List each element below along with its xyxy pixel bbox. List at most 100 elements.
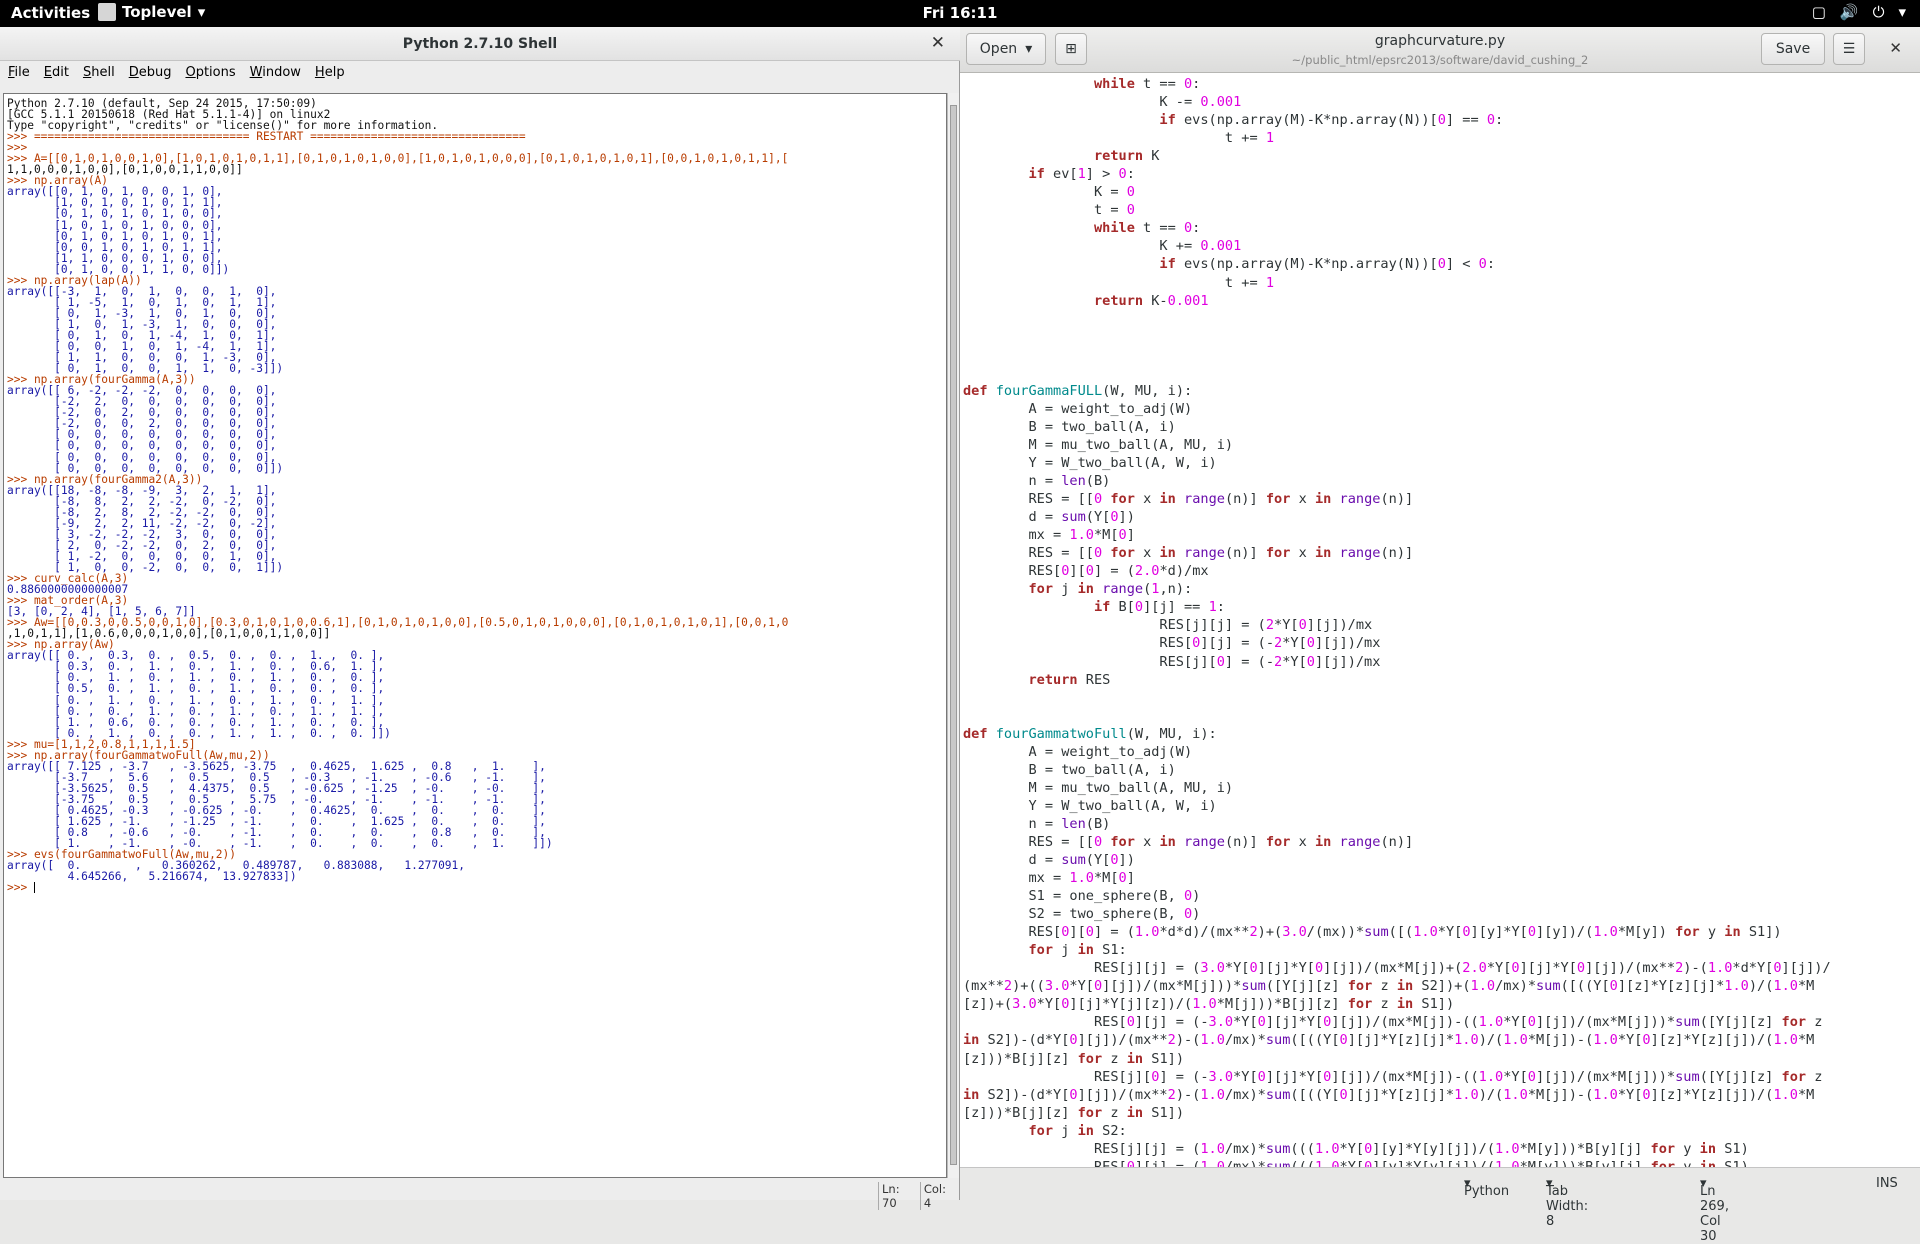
code-line: for j in S2: [1028,1122,1127,1139]
code-line: RES = [[0 for x in range(n)] for x in ra… [963,491,1414,508]
code-line: d = sum(Y[0]) [963,509,1135,526]
menu-item-edit[interactable]: Edit [38,65,75,84]
save-button[interactable]: Save [1761,33,1825,65]
cursor-position-label: Ln 269, Col 30 [1700,1184,1729,1244]
tab-width-label: Tab Width: 8 [1546,1184,1589,1229]
menu-button[interactable]: ☰ [1833,33,1865,65]
scrollbar-thumb[interactable] [950,105,957,1165]
code-line: M = mu_two_ball(A, MU, i) [963,436,1234,453]
menu-item-file[interactable]: File [2,65,36,84]
vertical-scrollbar[interactable] [947,93,959,1178]
status-bar: Ln: 70 Col: 4 [878,1182,959,1210]
code-line: RES[0][j] = (-2*Y[0][j])/mx [963,635,1381,652]
code-line: in S2])-(d*Y[0][j])/(mx**2)-(1.0/mx)*sum… [963,1032,1815,1049]
code-line: Y = W_two_ball(A, W, i) [963,797,1217,814]
language-selector[interactable]: Python ▾ [1464,1176,1509,1199]
code-line: t += 1 [963,274,1275,291]
code-line: K -= 0.001 [963,94,1242,111]
code-line: RES[j][j] = (3.0*Y[0][j]*Y[0][j])/(mx*M[… [963,960,1831,977]
code-line: RES[0][j] = (-3.0*Y[0][j]*Y[0][j])/(mx*M… [963,1014,1823,1031]
code-line: B = two_ball(A, i) [963,418,1176,435]
code-line: RES = [[0 for x in range(n)] for x in ra… [963,833,1414,850]
shell-line: >>> np.array(fourGamma2(A,3)) [7,472,203,486]
shell-line: >>> curv_calc(A,3) [7,572,129,586]
code-line: RES[0][0] = (1.0*d*d)/(mx**2)+(3.0/(mx))… [963,924,1782,941]
code-line: if evs(np.array(M)-K*np.array(N))[0] < 0… [1159,256,1496,273]
shell-output[interactable]: Python 2.7.10 (default, Sep 24 2015, 17:… [3,93,947,1178]
code-line: ​ [963,689,1920,707]
chevron-down-icon: ▾ [1898,3,1906,21]
window-title: Python 2.7.10 Shell [0,27,960,61]
gedit-window: Open ▾ ⊞ graphcurvature.py ~/public_html… [960,27,1920,1244]
code-line: Y = W_two_ball(A, W, i) [963,454,1217,471]
code-line: ​ [963,328,1920,346]
line-number: Ln: 70 [878,1182,920,1210]
code-line: for j in range(1,n): [1028,581,1193,598]
column-number: Col: 4 [919,1182,959,1210]
clock[interactable]: Fri 16:11 [0,4,1920,22]
code-line: RES[0][j] = (1.0/mx)*sum(((1.0*Y[0][y]*Y… [963,1158,1749,1167]
code-line: while t == 0: [1093,220,1201,237]
code-line: RES[j][0] = (-3.0*Y[0][j]*Y[0][j])/(mx*M… [963,1068,1823,1085]
code-line: def fourGammatwoFull(W, MU, i): [963,725,1217,742]
code-line: [z]))*B[j][z] for z in S1]) [963,1050,1184,1067]
code-line: t = 0 [963,202,1135,219]
shell-line: [ 1, 0, 0, -2, 0, 0, 0, 1]]) [7,560,284,574]
code-line: return K-0.001 [1093,292,1209,309]
shell-line: ,1,0,1,1],[1,0.6,0,0,0,1,0,0],[0,1,0,0,1… [7,627,331,641]
idle-shell-window: Python 2.7.10 Shell ✕ File Edit Shell Debug… [0,27,960,1210]
code-line: (mx**2)+((3.0*Y[0][j])/(mx*M[j]))*sum([Y… [963,978,1815,995]
code-line: ​ [963,364,1920,382]
code-line: ​ [963,310,1920,328]
menu-item-window[interactable]: Window [244,65,307,84]
code-line: return K [1093,148,1160,165]
code-line: RES[j][j] = (1.0/mx)*sum(((1.0*Y[0][y]*Y… [963,1140,1749,1157]
code-line: ​ [963,346,1920,364]
shell-line: [ 0. , 0. , 1. , 0. , 1. , 0. , 1. , 1. … [7,704,385,718]
code-line: [z])+(3.0*Y[0][j]*Y[j][z])/(1.0*M[j]))*B… [963,996,1455,1013]
shell-line: [ 0.5, 0. , 1. , 0. , 1. , 0. , 0. , 0. … [7,682,385,696]
system-tray[interactable]: ▢ 🔊 ⏻ ▾ [1812,3,1906,21]
shell-line: 4.645266, 5.216674, 13.927833]) [7,870,297,884]
code-line: B = two_ball(A, i) [963,761,1176,778]
code-line: n = len(B) [963,473,1111,490]
code-line: ​ [963,707,1920,725]
shell-line: [0, 1, 0, 1, 0, 1, 0, 1], [7,229,223,243]
code-line: S1 = one_sphere(B, 0) [963,888,1201,905]
code-line: for j in S1: [1028,942,1127,959]
shell-line: [0, 1, 0, 0, 1, 1, 0, 0]]) [7,262,230,276]
code-line: def fourGammaFULL(W, MU, i): [963,382,1193,399]
code-line: RES[j][0] = (-2*Y[0][j])/mx [963,653,1381,670]
code-line: A = weight_to_adj(W) [963,743,1193,760]
menu-item-options[interactable]: Options [179,65,241,84]
menu-item-shell[interactable]: Shell [77,65,121,84]
shell-line: 0.8860000000000007 [7,583,129,597]
code-line: RES[j][j] = (2*Y[0][j])/mx [963,617,1373,634]
code-line: if ev[1] > 0: [1028,166,1135,183]
code-line: n = len(B) [963,815,1111,832]
shell-line: [0, 0, 1, 0, 1, 0, 1, 1], [7,240,223,254]
prompt-text: >>> [7,881,34,895]
shell-line: [ 0. , 1. , 0. , 1. , 0. , 1. , 0. , 1. … [7,693,385,707]
code-line: K += 0.001 [963,238,1242,255]
menu-bar: File Edit Shell Debug Options Window Help [0,65,960,84]
close-icon[interactable]: ✕ [1889,39,1902,57]
cursor-position[interactable]: Ln 269, Col 30 ▾ [1700,1176,1729,1244]
shell-prompt[interactable]: >>> [7,882,946,893]
code-line: S2 = two_sphere(B, 0) [963,906,1201,923]
hamburger-icon: ☰ [1842,41,1856,57]
tab-width-selector[interactable]: Tab Width: 8 ▾ [1546,1176,1588,1229]
shell-line: [1, 0, 1, 0, 1, 0, 0, 0], [7,218,223,232]
code-editor[interactable]: while t == 0: K -= 0.001 if evs(np.array… [960,73,1920,1167]
close-icon[interactable]: ✕ [931,33,945,53]
insert-mode: INS [1876,1176,1898,1191]
shell-line: 1,1,0,0,0,1,0,0],[0,1,0,0,1,1,0,0]] [7,163,243,177]
menu-item-debug[interactable]: Debug [123,65,178,84]
code-line: mx = 1.0*M[0] [963,870,1135,887]
shell-line: [ 0, 0, 0, 0, 0, 0, 0, 0], [7,439,277,453]
shell-line: >>> ================================ RES… [7,130,526,144]
shell-line: [ 0, 0, 0, 0, 0, 0, 0, 0]]) [7,461,284,475]
editor-status-bar: Python ▾ Tab Width: 8 ▾ Ln 269, Col 30 ▾… [960,1167,1920,1244]
power-icon: ⏻ [1872,3,1885,21]
menu-item-help[interactable]: Help [309,65,351,84]
